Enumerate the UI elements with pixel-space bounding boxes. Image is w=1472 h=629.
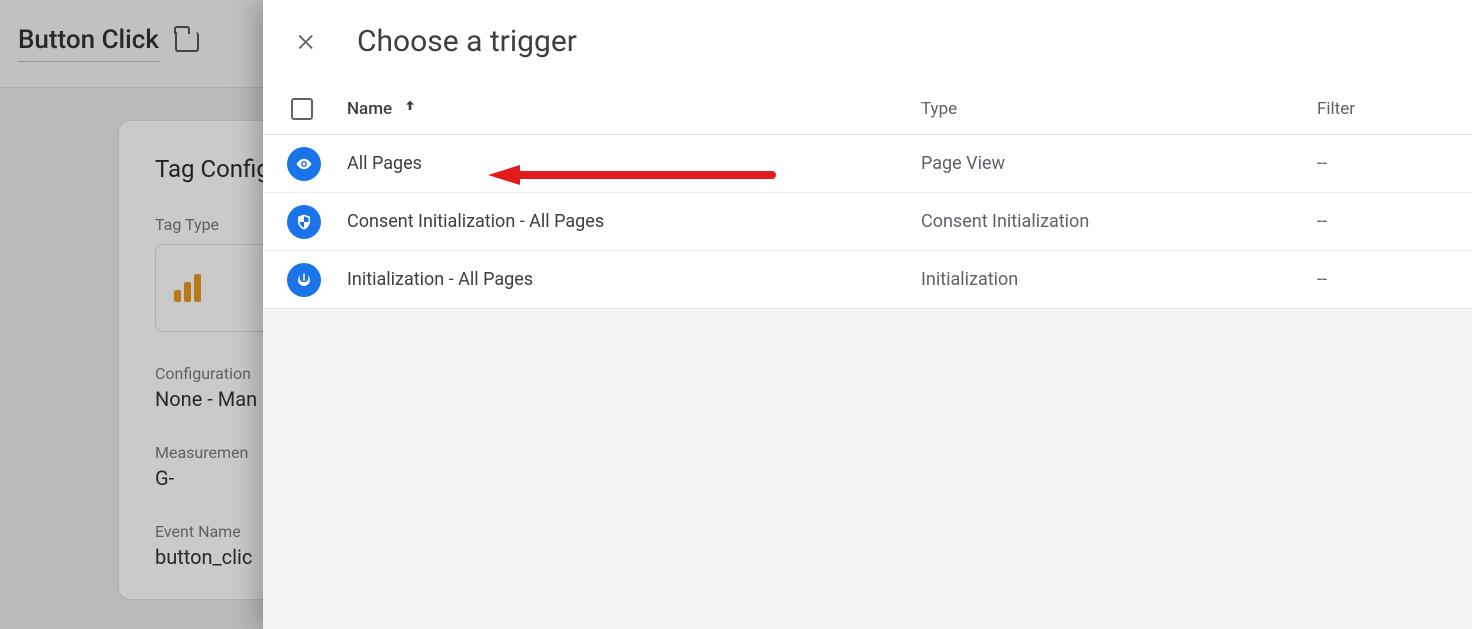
trigger-type: Consent Initialization [921,211,1089,232]
trigger-type: Initialization [921,269,1018,290]
sort-ascending-icon [402,98,418,119]
trigger-filter: -- [1317,211,1327,232]
trigger-row-consent-init[interactable]: Consent Initialization - All Pages Conse… [263,193,1472,251]
power-icon [287,263,321,297]
column-header-filter[interactable]: Filter [1317,99,1444,119]
trigger-rows: All Pages Page View -- Consent Initializ… [263,135,1472,309]
trigger-filter: -- [1317,269,1327,290]
trigger-name: Initialization - All Pages [347,269,533,290]
panel-header: Choose a trigger [263,0,1472,83]
column-header-type[interactable]: Type [921,99,1317,119]
shield-icon [287,205,321,239]
trigger-row-init[interactable]: Initialization - All Pages Initializatio… [263,251,1472,309]
close-button[interactable] [291,26,323,58]
folder-icon[interactable] [175,32,199,52]
select-all-checkbox[interactable] [291,98,313,120]
column-filter-label: Filter [1317,99,1355,119]
trigger-name: Consent Initialization - All Pages [347,211,604,232]
panel-empty-area [263,309,1472,629]
analytics-icon [174,274,201,302]
choose-trigger-panel: Choose a trigger Name Type Filter All Pa… [263,0,1472,629]
trigger-filter: -- [1317,153,1327,174]
trigger-type: Page View [921,153,1005,174]
column-header-name[interactable]: Name [347,98,921,119]
eye-icon [287,147,321,181]
trigger-row-all-pages[interactable]: All Pages Page View -- [263,135,1472,193]
column-name-label: Name [347,99,392,119]
close-icon [296,31,318,53]
panel-title: Choose a trigger [357,24,577,59]
trigger-table-header: Name Type Filter [263,83,1472,135]
trigger-name: All Pages [347,153,422,174]
tag-title[interactable]: Button Click [18,25,159,62]
column-type-label: Type [921,99,957,119]
